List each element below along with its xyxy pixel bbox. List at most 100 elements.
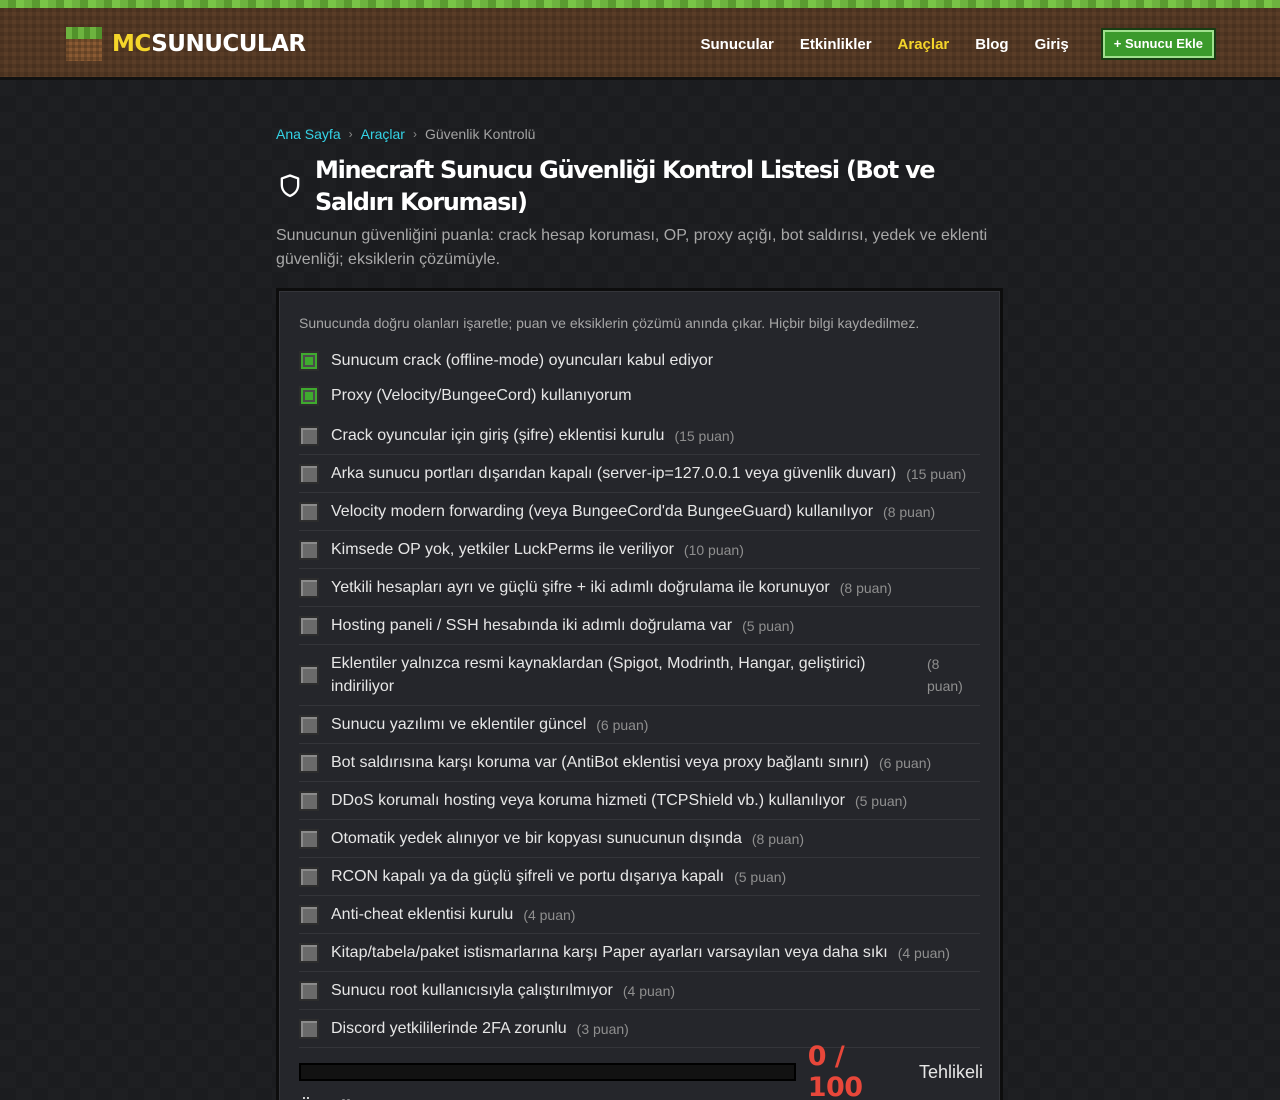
page-title: Minecraft Sunucu Güvenliği Kontrol Liste… [315, 156, 936, 216]
site-header: MCSUNUCULAR Sunucular Etkinlikler Araçla… [0, 0, 1280, 80]
checklist-label: Discord yetkililerinde 2FA zorunlu [331, 1020, 567, 1037]
checkbox[interactable] [299, 577, 319, 598]
checklist-label: Bot saldırısına karşı koruma var (AntiBo… [331, 754, 869, 771]
checklist-label: DDoS korumalı hosting veya koruma hizmet… [331, 792, 845, 809]
checklist-points: (5 puan) [734, 868, 787, 885]
checkbox[interactable] [299, 714, 319, 735]
checklist-points: (3 puan) [576, 1020, 629, 1037]
checklist-points: (15 puan) [674, 427, 735, 444]
checklist-points: (15 puan) [906, 465, 967, 482]
checklist-row[interactable]: Sunucum crack (offline-mode) oyuncuları … [299, 343, 980, 378]
checkbox[interactable] [299, 942, 319, 963]
checklist-row[interactable]: Otomatik yedek alınıyor ve bir kopyası s… [299, 820, 980, 858]
checkbox[interactable] [299, 866, 319, 887]
checklist-label: Otomatik yedek alınıyor ve bir kopyası s… [331, 830, 742, 847]
checklist-card: Sunucunda doğru olanları işaretle; puan … [276, 288, 1003, 1100]
checklist-label: Yetkili hesapları ayrı ve güçlü şifre + … [331, 579, 830, 596]
checkbox[interactable] [299, 615, 319, 636]
checkbox[interactable] [299, 752, 319, 773]
checkbox[interactable] [299, 501, 319, 522]
checklist-row[interactable]: Kitap/tabela/paket istismarlarına karşı … [299, 934, 980, 972]
checklist-label: Kitap/tabela/paket istismarlarına karşı … [331, 944, 888, 961]
breadcrumb-separator: › [412, 127, 417, 141]
checklist-row[interactable]: Crack oyuncular için giriş (şifre) eklen… [299, 417, 980, 455]
nav-giris[interactable]: Giriş [1035, 36, 1069, 53]
checklist-points: (8 puan) [883, 503, 936, 520]
checklist-row[interactable]: Sunucu root kullanıcısıyla çalıştırılmıy… [299, 972, 980, 1010]
checkbox[interactable] [299, 980, 319, 1001]
title-row: Minecraft Sunucu Güvenliği Kontrol Liste… [276, 154, 996, 218]
nav-etkinlikler[interactable]: Etkinlikler [800, 36, 872, 53]
breadcrumb-separator: › [348, 127, 353, 141]
checklist-label: RCON kapalı ya da güçlü şifreli ve portu… [331, 868, 725, 885]
checklist-row[interactable]: Kimsede OP yok, yetkiler LuckPerms ile v… [299, 531, 980, 569]
checklist-row[interactable]: Hosting paneli / SSH hesabında iki adıml… [299, 607, 980, 645]
checklist-label: Anti-cheat eklentisi kurulu [331, 906, 514, 923]
checklist-label: Hosting paneli / SSH hesabında iki adıml… [331, 617, 733, 634]
checklist-row[interactable]: Arka sunucu portları dışarıdan kapalı (s… [299, 455, 980, 493]
checklist-row[interactable]: Proxy (Velocity/BungeeCord) kullanıyorum [299, 378, 980, 413]
checklist-row[interactable]: Eklentiler yalnızca resmi kaynaklardan (… [299, 645, 980, 706]
checklist-points: (5 puan) [742, 617, 795, 634]
checklist-label: Sunucu root kullanıcısıyla çalıştırılmıy… [331, 982, 613, 999]
checklist-label: Kimsede OP yok, yetkiler LuckPerms ile v… [331, 541, 674, 558]
score-label: Tehlikeli [918, 1061, 983, 1082]
checklist-points: (5 puan) [854, 792, 908, 809]
checklist-row[interactable]: Anti-cheat eklentisi kurulu (4 puan) [299, 896, 980, 934]
checklist-label: Proxy (Velocity/BungeeCord) kullanıyorum [331, 387, 632, 404]
checklist-points: (8 puan) [927, 656, 963, 694]
score-bar [299, 1063, 796, 1081]
nav-araclar[interactable]: Araçlar [898, 36, 950, 53]
checklist-points: (10 puan) [683, 541, 744, 558]
checklist-label: Eklentiler yalnızca resmi kaynaklardan (… [331, 655, 866, 695]
checkbox[interactable] [299, 904, 319, 925]
checkbox[interactable] [299, 350, 319, 371]
checklist-points: (4 puan) [622, 982, 676, 999]
checklist-points: (6 puan) [596, 716, 649, 733]
card-note: Sunucunda doğru olanları işaretle; puan … [299, 315, 920, 331]
checkbox[interactable] [299, 425, 319, 446]
checklist-label: Sunucum crack (offline-mode) oyuncuları … [331, 352, 714, 369]
breadcrumb-home[interactable]: Ana Sayfa [276, 126, 341, 142]
breadcrumb-current: Güvenlik Kontrolü [424, 126, 536, 142]
shield-icon [280, 174, 300, 198]
grass-block-icon [66, 27, 102, 61]
checkbox[interactable] [299, 1018, 319, 1039]
checklist-points: (4 puan) [523, 906, 576, 923]
checkbox[interactable] [299, 790, 319, 811]
breadcrumb-tools[interactable]: Araçlar [361, 126, 405, 142]
checklist-label: Sunucu yazılımı ve eklentiler güncel [331, 716, 587, 733]
checklist-points: (8 puan) [839, 579, 892, 596]
checkbox[interactable] [299, 539, 319, 560]
nav-blog[interactable]: Blog [975, 36, 1008, 53]
checklist-label: Crack oyuncular için giriş (şifre) eklen… [331, 427, 665, 444]
checklist-row[interactable]: Yetkili hesapları ayrı ve güçlü şifre + … [299, 569, 980, 607]
checkbox[interactable] [299, 828, 319, 849]
checklist-label: Velocity modern forwarding (veya BungeeC… [331, 503, 874, 520]
score-row: 0 / 100 Tehlikeli [299, 1041, 983, 1100]
page-description: Sunucunun güvenliğini puanla: crack hesa… [276, 227, 988, 268]
checklist-label: Arka sunucu portları dışarıdan kapalı (s… [331, 465, 897, 482]
add-server-button[interactable]: + Sunucu Ekle [1102, 30, 1214, 58]
logo-mc: MC [112, 31, 152, 57]
checkbox[interactable] [299, 665, 319, 685]
grass-strip [0, 0, 1280, 8]
logo-text: MCSUNUCULAR [112, 31, 306, 57]
site-logo[interactable]: MCSUNUCULAR [66, 27, 306, 61]
checklist-row[interactable]: Sunucu yazılımı ve eklentiler güncel (6 p… [299, 706, 980, 744]
checklist-row[interactable]: Velocity modern forwarding (veya BungeeC… [299, 493, 980, 531]
checklist-points: (6 puan) [879, 754, 932, 771]
logo-rest: SUNUCULAR [151, 31, 306, 57]
main-nav: Sunucular Etkinlikler Araçlar Blog Giriş… [700, 30, 1214, 58]
checklist-row[interactable]: DDoS korumalı hosting veya koruma hizmet… [299, 782, 980, 820]
question-list: Sunucum crack (offline-mode) oyuncuları … [299, 343, 980, 1048]
nav-sunucular[interactable]: Sunucular [700, 36, 773, 53]
checklist-points: (8 puan) [751, 830, 805, 847]
checkbox[interactable] [299, 463, 319, 484]
breadcrumb: Ana Sayfa › Araçlar › Güvenlik Kontrolü [276, 126, 535, 142]
checklist-points: (4 puan) [897, 944, 950, 961]
score-value: 0 / 100 [807, 1041, 863, 1100]
checkbox[interactable] [299, 385, 319, 406]
checklist-row[interactable]: Bot saldırısına karşı koruma var (AntiBo… [299, 744, 980, 782]
checklist-row[interactable]: RCON kapalı ya da güçlü şifreli ve portu… [299, 858, 980, 896]
